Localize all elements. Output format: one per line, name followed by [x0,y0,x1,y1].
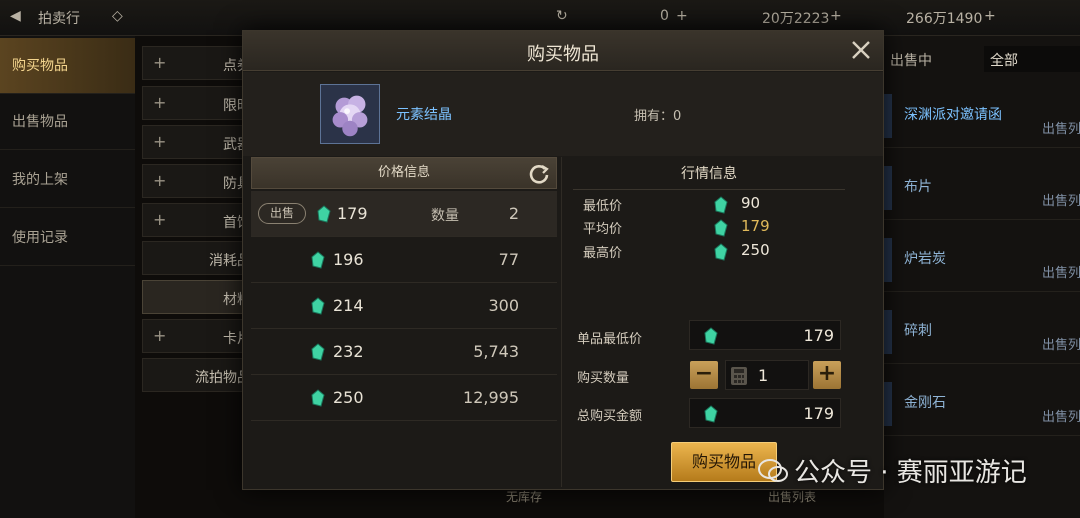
price-info-header: 价格信息 [251,157,557,189]
element-crystal-icon [320,84,380,144]
page-title: 拍卖行 [38,11,80,27]
listing-row[interactable]: 250 12,995 [251,375,557,421]
currency-2-value: 20万2223 [762,11,830,27]
unit-min-price-field: 179 [689,320,841,350]
filter-label: 出售中 [890,53,932,69]
listing-row[interactable]: 232 5,743 [251,329,557,375]
refresh-icon[interactable] [528,163,550,185]
market-divider [573,189,845,190]
list-item[interactable]: 碎刺 出售列 [884,302,1080,364]
qty-label: 数量 [431,208,459,224]
gem-icon [311,251,325,269]
currency-1-add-button[interactable]: + [676,8,688,24]
watermark-text: 公众号 · 赛丽亚游记 [794,458,1027,488]
price-info-panel: 价格信息 出售 179 数量 2 196 77 214 300 232 5,74… [251,157,557,487]
item-thumbnail [884,238,892,282]
item-info-row: 元素结晶 拥有：0 [243,72,883,156]
sidebar-item-sell[interactable]: 出售物品 [0,94,135,150]
max-price-value: 250 [741,241,770,259]
gem-icon [317,205,331,223]
avg-price-label: 平均价 [583,222,623,237]
gem-icon [311,389,325,407]
item-thumbnail [884,94,892,138]
currency-2-add-button[interactable]: + [830,8,842,24]
plus-icon: + [153,53,167,72]
gem-icon [311,343,325,361]
item-name: 元素结晶 [396,107,452,123]
help-icon[interactable]: ◇ [112,8,123,24]
currency-1-value: 0 [660,8,669,24]
item-thumbnail [884,382,892,426]
listing-row[interactable]: 214 300 [251,283,557,329]
plus-icon: + [153,171,167,190]
list-item[interactable]: 深渊派对邀请函 出售列 [884,86,1080,148]
item-thumbnail [884,166,892,210]
unit-min-price-label: 单品最低价 [577,332,643,347]
item-thumbnail [884,310,892,354]
list-item[interactable]: 炉岩炭 出售列 [884,230,1080,292]
quantity-input[interactable]: 1 [725,360,809,390]
sidebar-item-history[interactable]: 使用记录 [0,210,135,266]
calculator-icon[interactable] [730,366,748,386]
sale-list-link[interactable]: 出售列表 [768,488,816,505]
plus-icon: + [153,210,167,229]
sell-badge: 出售 [258,203,306,224]
gem-icon [311,297,325,315]
sidebar-item-buy[interactable]: 购买物品 [0,38,135,94]
plus-icon: + [153,326,167,345]
buy-qty-label: 购买数量 [577,371,630,386]
back-arrow-icon[interactable]: ◀ [10,8,21,24]
gem-icon [704,405,718,423]
plus-icon: + [153,132,167,151]
gem-icon [714,196,728,214]
owned-count: 拥有：0 [634,109,682,124]
max-price-label: 最高价 [583,246,623,261]
buy-item-dialog: 购买物品 元素结晶 拥有：0 价格信息 出售 179 数量 2 196 77 2… [242,30,884,490]
no-stock-label: 无库存 [506,490,543,504]
total-amount-label: 总购买金额 [577,409,643,424]
dialog-title: 购买物品 [527,44,599,65]
market-info-title: 行情信息 [681,166,737,182]
gem-icon [704,327,718,345]
sidebar-item-my-listings[interactable]: 我的上架 [0,152,135,208]
wechat-icon [758,459,788,482]
list-item[interactable]: 金刚石 出售列 [884,374,1080,436]
filter-select[interactable]: 全部 [984,46,1080,72]
gem-icon [714,219,728,237]
gem-icon [714,243,728,261]
refresh-icon[interactable]: ↻ [556,8,568,24]
avg-price-value: 179 [741,217,770,235]
currency-3-value: 266万1490 [906,11,983,27]
listing-row[interactable]: 出售 179 数量 2 [251,191,557,237]
decrease-qty-button[interactable]: − [690,361,718,389]
min-price-value: 90 [741,194,761,212]
currency-3-add-button[interactable]: + [984,8,996,24]
plus-icon: + [153,93,167,112]
total-amount-field: 179 [689,398,841,428]
close-icon[interactable] [849,38,873,62]
increase-qty-button[interactable]: + [813,361,841,389]
panel-divider [561,157,562,487]
min-price-label: 最低价 [583,199,623,214]
dialog-header: 购买物品 [243,31,883,71]
listing-row[interactable]: 196 77 [251,237,557,283]
list-item[interactable]: 布片 出售列 [884,158,1080,220]
